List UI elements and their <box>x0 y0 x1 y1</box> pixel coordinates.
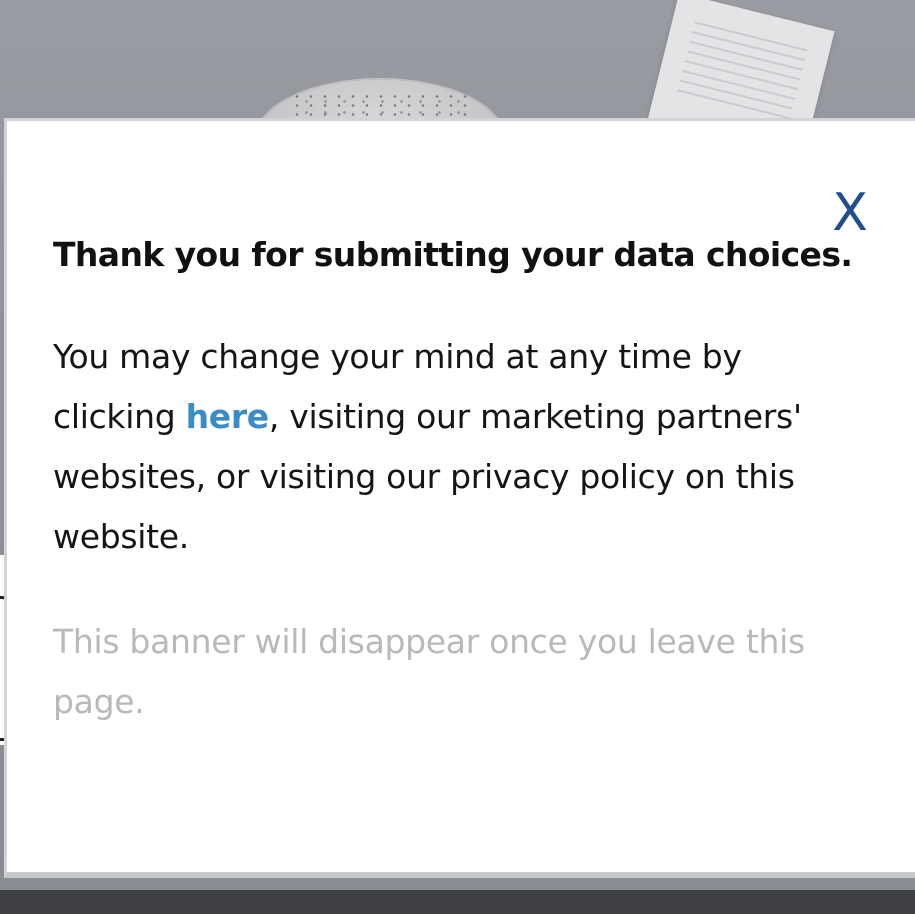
background-bowl-speckle <box>290 92 470 118</box>
here-link[interactable]: here <box>186 397 270 436</box>
bottom-bar <box>0 890 915 914</box>
banner-body: You may change your mind at any time by … <box>53 327 843 567</box>
banner-title: Thank you for submitting your data choic… <box>53 235 853 274</box>
close-icon: X <box>832 183 868 243</box>
close-button[interactable]: X <box>825 187 875 239</box>
data-choices-banner: X Thank you for submitting your data cho… <box>4 118 915 878</box>
banner-note: This banner will disappear once you leav… <box>53 622 805 721</box>
background-paper-lines <box>675 21 808 128</box>
